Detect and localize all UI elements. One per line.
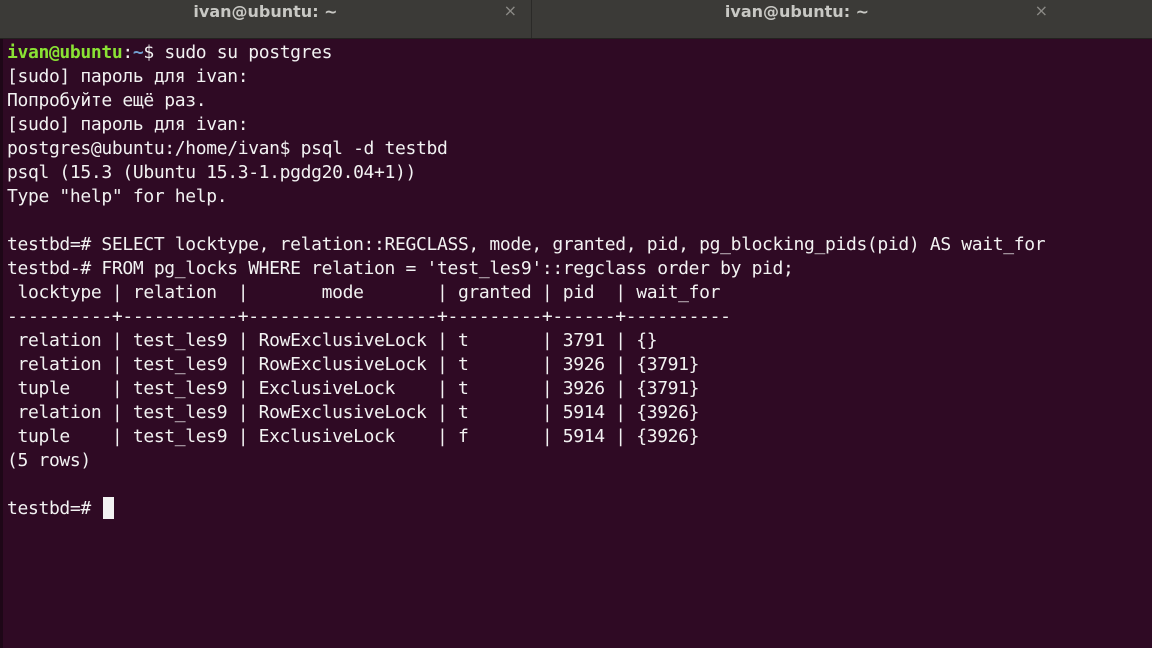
table-separator: ----------+-----------+-----------------… bbox=[7, 306, 731, 327]
output-line: [sudo] пароль для ivan: bbox=[7, 66, 249, 87]
table-row: tuple | test_les9 | ExclusiveLock | f | … bbox=[7, 426, 700, 447]
psql-prompt-line[interactable]: testbd=# bbox=[7, 497, 1152, 521]
table-row: relation | test_les9 | RowExclusiveLock … bbox=[7, 354, 700, 375]
tab-bar: ivan@ubuntu: ~ × ivan@ubuntu: ~ × bbox=[0, 0, 1152, 39]
table-row: tuple | test_les9 | ExclusiveLock | t | … bbox=[7, 378, 700, 399]
sql-query-line: testbd-# FROM pg_locks WHERE relation = … bbox=[7, 258, 794, 279]
prompt-path: ~ bbox=[132, 42, 144, 63]
output-line: Попробуйте ещё раз. bbox=[7, 90, 207, 111]
tab-title: ivan@ubuntu: ~ bbox=[193, 2, 338, 21]
output-line: [sudo] пароль для ivan: bbox=[7, 114, 249, 135]
prompt-symbol: $ bbox=[143, 42, 165, 63]
output-line: postgres@ubuntu:/home/ivan$ psql -d test… bbox=[7, 138, 448, 159]
sql-query-line: testbd=# SELECT locktype, relation::REGC… bbox=[7, 234, 1046, 255]
output-line: Type "help" for help. bbox=[7, 186, 228, 207]
prompt-command: sudo su postgres bbox=[164, 42, 333, 63]
tab-title: ivan@ubuntu: ~ bbox=[724, 2, 870, 21]
table-row: relation | test_les9 | RowExclusiveLock … bbox=[7, 330, 658, 351]
table-row: relation | test_les9 | RowExclusiveLock … bbox=[7, 402, 700, 423]
shell-prompt-line: ivan@ubuntu:~$ sudo su postgres bbox=[7, 41, 1152, 65]
prompt-separator: : bbox=[122, 42, 133, 63]
tab-1[interactable]: ivan@ubuntu: ~ × bbox=[0, 0, 531, 38]
text-cursor bbox=[103, 497, 115, 519]
terminal-output[interactable]: ivan@ubuntu:~$ sudo su postgres [sudo] п… bbox=[0, 39, 1152, 648]
psql-prompt: testbd=# bbox=[7, 498, 102, 519]
row-count: (5 rows) bbox=[7, 450, 91, 471]
table-header: locktype | relation | mode | granted | p… bbox=[7, 282, 721, 303]
close-icon[interactable]: × bbox=[504, 1, 517, 20]
close-icon[interactable]: × bbox=[1035, 1, 1048, 20]
output-line: psql (15.3 (Ubuntu 15.3-1.pgdg20.04+1)) bbox=[7, 162, 416, 183]
tab-2[interactable]: ivan@ubuntu: ~ × bbox=[531, 0, 1062, 38]
prompt-user-host: ivan@ubuntu bbox=[7, 42, 123, 63]
